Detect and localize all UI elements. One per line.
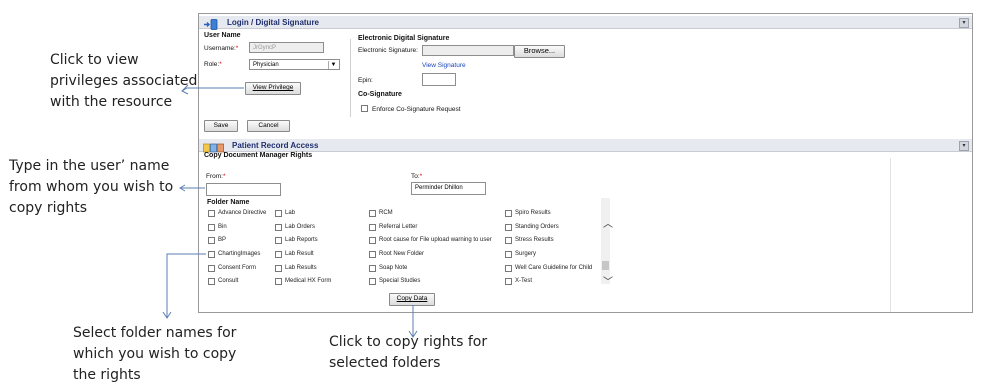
- folders-callout: [166, 253, 206, 318]
- privileges-callout: [181, 87, 244, 92]
- callout-lines: [162, 84, 418, 338]
